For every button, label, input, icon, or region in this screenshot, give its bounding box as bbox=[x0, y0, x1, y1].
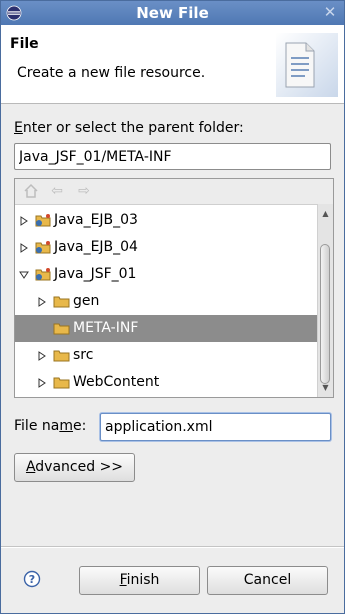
tree-item-gen[interactable]: gen bbox=[15, 288, 318, 315]
new-file-dialog: New File ✕ File Create a new file resour… bbox=[0, 0, 345, 614]
parent-folder-input[interactable] bbox=[14, 143, 331, 170]
tree-item-src[interactable]: src bbox=[15, 342, 318, 369]
window-title: New File bbox=[136, 4, 209, 22]
project-icon bbox=[35, 268, 51, 281]
cancel-button[interactable]: Cancel bbox=[207, 566, 328, 595]
folder-icon bbox=[53, 350, 70, 362]
tree-scrollbar[interactable]: ▲ ▼ bbox=[317, 204, 333, 397]
scrollbar-thumb[interactable] bbox=[320, 244, 330, 384]
expand-arrow-icon[interactable] bbox=[37, 351, 47, 361]
tree-toolbar: ⇦ ⇨ bbox=[15, 179, 333, 205]
tree-item-java-ejb-03[interactable]: Java_EJB_03 bbox=[15, 207, 318, 234]
folder-tree[interactable]: ⇦ ⇨ Java_EJB_03 Java_EJB_04 Java_JSF_01 bbox=[14, 178, 334, 398]
expand-arrow-icon[interactable] bbox=[19, 216, 29, 226]
tree-item-label: src bbox=[73, 347, 94, 363]
folder-icon bbox=[53, 323, 70, 335]
tree-item-meta-inf[interactable]: META-INF bbox=[15, 315, 318, 342]
tree-item-label: WebContent bbox=[73, 374, 160, 390]
scroll-down-icon[interactable]: ▼ bbox=[318, 380, 333, 395]
close-icon[interactable]: ✕ bbox=[322, 4, 338, 20]
tree-item-webcontent[interactable]: WebContent bbox=[15, 369, 318, 396]
dialog-header: File Create a new file resource. bbox=[1, 25, 344, 104]
file-name-label: File name: bbox=[14, 418, 87, 434]
header-description: Create a new file resource. bbox=[17, 65, 206, 81]
tree-item-java-ejb-04[interactable]: Java_EJB_04 bbox=[15, 234, 318, 261]
parent-folder-label: Enter or select the parent folder: bbox=[14, 120, 244, 136]
expand-arrow-icon[interactable] bbox=[19, 243, 29, 253]
finish-button[interactable]: Finish bbox=[79, 566, 200, 595]
help-icon[interactable]: ? bbox=[23, 570, 41, 588]
collapse-arrow-icon[interactable] bbox=[19, 270, 29, 280]
back-arrow-icon[interactable]: ⇦ bbox=[48, 183, 66, 199]
button-bar-separator bbox=[1, 546, 344, 548]
home-icon[interactable] bbox=[22, 183, 40, 199]
tree-item-label: gen bbox=[73, 293, 100, 309]
folder-icon bbox=[53, 296, 70, 308]
tree-item-label: Java_JSF_01 bbox=[54, 266, 137, 282]
file-name-input[interactable] bbox=[100, 413, 331, 441]
tree-item-label: Java_EJB_04 bbox=[54, 239, 138, 255]
forward-arrow-icon[interactable]: ⇨ bbox=[75, 183, 93, 199]
title-bar: New File ✕ bbox=[1, 1, 344, 25]
expand-arrow-icon[interactable] bbox=[37, 378, 47, 388]
project-icon bbox=[35, 241, 51, 254]
scroll-up-icon[interactable]: ▲ bbox=[318, 206, 333, 221]
new-file-wizard-icon bbox=[276, 33, 338, 97]
advanced-button[interactable]: Advanced >> bbox=[14, 453, 135, 482]
tree-item-label: META-INF bbox=[73, 320, 139, 336]
expand-arrow-icon[interactable] bbox=[37, 297, 47, 307]
folder-icon bbox=[53, 377, 70, 389]
tree-item-java-jsf-01[interactable]: Java_JSF_01 bbox=[15, 261, 318, 288]
project-icon bbox=[35, 214, 51, 227]
svg-text:?: ? bbox=[29, 573, 35, 586]
tree-item-label: Java_EJB_03 bbox=[54, 212, 138, 228]
header-title: File bbox=[10, 36, 39, 52]
